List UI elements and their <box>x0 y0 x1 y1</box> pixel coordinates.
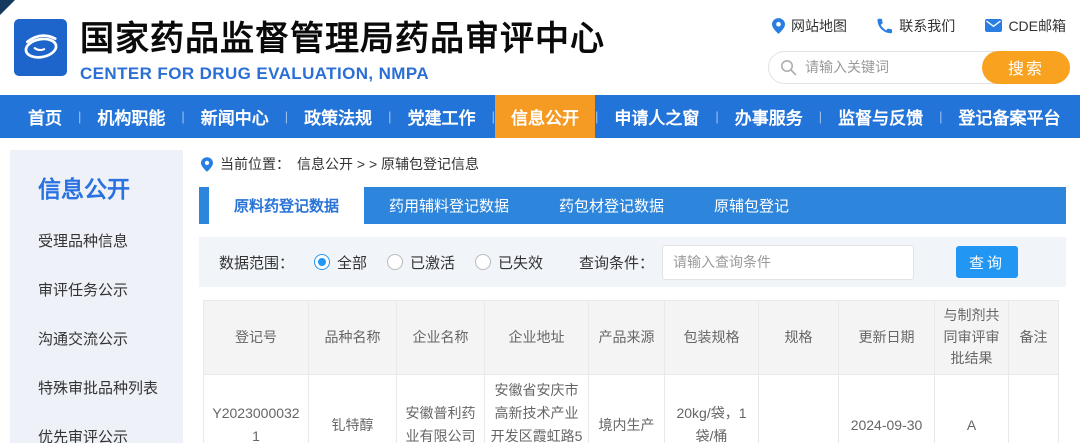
site-title-en: CENTER FOR DRUG EVALUATION, NMPA <box>80 64 430 83</box>
header-cell-joint-review-result: 与制剂共同审评审批结果 <box>934 299 1009 376</box>
nav-item-org[interactable]: 机构职能 <box>81 95 181 138</box>
radio-inactive[interactable]: 已失效 <box>475 252 543 273</box>
phone-icon <box>877 18 893 33</box>
content-area: 信息公开 受理品种信息 审评任务公示 沟通交流公示 特殊审批品种列表 优先审评公… <box>0 138 1080 443</box>
cell-company-name: 安徽普利药业有限公司 <box>396 374 485 443</box>
cell-reg-no: Y20230000321 <box>203 374 309 443</box>
radio-label: 已激活 <box>410 254 456 272</box>
query-button[interactable]: 查询 <box>956 246 1018 278</box>
tab-apief-registration[interactable]: 原辅包登记 <box>689 187 814 224</box>
nav-item-party[interactable]: 党建工作 <box>392 95 492 138</box>
cde-logo[interactable] <box>14 19 67 76</box>
site-header: 国家药品监督管理局药品审评中心 CENTER FOR DRUG EVALUATI… <box>0 0 1080 95</box>
header-cell-company-address: 企业地址 <box>484 299 589 376</box>
tab-packaging-registration[interactable]: 药包材登记数据 <box>534 187 689 224</box>
radio-label: 已失效 <box>498 254 544 272</box>
cell-spec <box>758 374 839 443</box>
registration-table: 登记号 品种名称 企业名称 企业地址 产品来源 包装规格 规格 更新日期 与制剂… <box>203 299 1059 443</box>
nav-item-services[interactable]: 办事服务 <box>719 95 819 138</box>
header-cell-reg-no: 登记号 <box>203 299 309 376</box>
scope-label: 数据范围： <box>219 254 295 272</box>
cell-joint-review-result: A <box>934 374 1009 443</box>
quick-link-label: 网站地图 <box>791 17 847 34</box>
contact-link[interactable]: 联系我们 <box>877 16 955 36</box>
breadcrumb-path[interactable]: 信息公开 > > 原辅包登记信息 <box>297 154 479 174</box>
site-title-cn: 国家药品监督管理局药品审评中心 <box>80 20 605 58</box>
sidebar: 信息公开 受理品种信息 审评任务公示 沟通交流公示 特殊审批品种列表 优先审评公… <box>10 150 183 443</box>
sidebar-item-special-approval[interactable]: 特殊审批品种列表 <box>38 377 173 398</box>
corner-fold <box>0 0 15 15</box>
quick-link-label: 联系我们 <box>899 17 956 34</box>
query-label: 查询条件： <box>578 254 654 272</box>
radio-circle-icon <box>314 254 331 270</box>
site-titles: 国家药品监督管理局药品审评中心 CENTER FOR DRUG EVALUATI… <box>80 11 605 84</box>
breadcrumb: 当前位置： 信息公开 > > 原辅包登记信息 <box>201 154 1066 174</box>
nav-item-home[interactable]: 首页 <box>12 95 78 138</box>
sidebar-item-review-tasks[interactable]: 审评任务公示 <box>38 279 173 300</box>
page: 国家药品监督管理局药品审评中心 CENTER FOR DRUG EVALUATI… <box>0 0 1080 443</box>
nav-item-info-disclosure[interactable]: 信息公开 <box>494 95 595 138</box>
radio-circle-icon <box>475 254 492 270</box>
nav-item-news[interactable]: 新闻中心 <box>185 95 285 138</box>
cell-product-source: 境内生产 <box>588 374 665 443</box>
query-condition-input[interactable] <box>662 244 914 280</box>
table-row: Y20230000321 钆特醇 安徽普利药业有限公司 安徽省安庆市高新技术产业… <box>203 374 1059 443</box>
quick-links: 网站地图 联系我们 CDE邮箱 <box>768 16 1070 36</box>
cell-update-date: 2024-09-30 <box>838 374 935 443</box>
cell-company-address: 安徽省安庆市高新技术产业开发区霞虹路58号 <box>484 374 589 443</box>
location-pin-icon <box>772 17 785 34</box>
location-pin-icon <box>201 156 213 172</box>
header-cell-update-date: 更新日期 <box>838 299 935 376</box>
header-right: 网站地图 联系我们 CDE邮箱 请输入关键词 搜索 <box>768 12 1070 84</box>
sitemap-link[interactable]: 网站地图 <box>772 16 847 36</box>
main-panel: 当前位置： 信息公开 > > 原辅包登记信息 原料药登记数据 药用辅料登记数据 药… <box>183 138 1080 443</box>
main-nav: 首页 | 机构职能 | 新闻中心 | 政策法规 | 党建工作 | 信息公开 | … <box>0 95 1080 138</box>
tab-api-registration[interactable]: 原料药登记数据 <box>209 187 365 224</box>
radio-activated[interactable]: 已激活 <box>387 252 455 273</box>
header-cell-remarks: 备注 <box>1008 299 1059 376</box>
radio-all[interactable]: 全部 <box>314 252 367 273</box>
header-search-button[interactable]: 搜索 <box>982 50 1070 84</box>
nav-item-registration-platform[interactable]: 登记备案平台 <box>943 95 1077 138</box>
header-cell-packaging-spec: 包装规格 <box>664 299 759 376</box>
header-cell-company-name: 企业名称 <box>396 299 485 376</box>
table-header-row: 登记号 品种名称 企业名称 企业地址 产品来源 包装规格 规格 更新日期 与制剂… <box>203 299 1059 376</box>
cell-packaging-spec: 20kg/袋，1袋/桶 <box>664 374 759 443</box>
mail-icon <box>985 19 1003 32</box>
filter-bar: 数据范围： 全部 已激活 已失效 查询条件： 查询 <box>199 237 1066 287</box>
sidebar-title: 信息公开 <box>38 176 130 202</box>
header-search: 搜索 <box>768 50 1070 84</box>
quick-link-label: CDE邮箱 <box>1008 17 1066 34</box>
header-cell-product-source: 产品来源 <box>588 299 665 376</box>
cde-logo-icon <box>20 24 62 71</box>
nav-item-applicant[interactable]: 申请人之窗 <box>598 95 715 138</box>
sidebar-item-accepted-varieties[interactable]: 受理品种信息 <box>38 230 173 251</box>
header-cell-spec: 规格 <box>758 299 839 376</box>
cell-variety-name: 钆特醇 <box>308 374 397 443</box>
sidebar-item-communication[interactable]: 沟通交流公示 <box>38 328 173 349</box>
tab-excipient-registration[interactable]: 药用辅料登记数据 <box>364 187 534 224</box>
search-icon <box>780 59 797 81</box>
radio-label: 全部 <box>337 254 368 272</box>
cell-remarks <box>1008 374 1059 443</box>
radio-circle-icon <box>387 254 404 270</box>
dataset-tabs: 原料药登记数据 药用辅料登记数据 药包材登记数据 原辅包登记 <box>199 187 1066 224</box>
nav-item-policy[interactable]: 政策法规 <box>288 95 388 138</box>
breadcrumb-label: 当前位置： <box>220 156 290 172</box>
header-cell-variety-name: 品种名称 <box>308 299 397 376</box>
mailbox-link[interactable]: CDE邮箱 <box>985 16 1066 36</box>
sidebar-item-priority-review[interactable]: 优先审评公示 <box>38 426 173 443</box>
nav-item-supervision[interactable]: 监督与反馈 <box>822 95 939 138</box>
